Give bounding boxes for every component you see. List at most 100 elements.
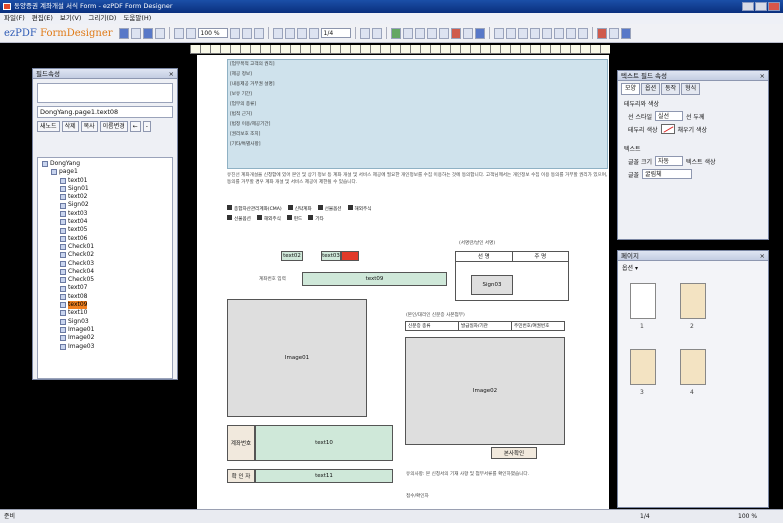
- fit-page-icon[interactable]: [241, 27, 252, 39]
- tree-item-sign02[interactable]: Sign02: [38, 201, 172, 209]
- close-button[interactable]: [768, 2, 780, 11]
- tree-item-sign03[interactable]: Sign03: [38, 318, 172, 326]
- tree-item-check02[interactable]: Check02: [38, 251, 172, 259]
- form-field-text02[interactable]: text02: [281, 251, 303, 261]
- delete-button[interactable]: 삭제: [61, 121, 79, 132]
- border-style-select[interactable]: 실선: [655, 111, 683, 121]
- align-middle-icon[interactable]: [541, 27, 552, 39]
- tab-appearance[interactable]: 모양: [621, 83, 641, 95]
- font-select[interactable]: 굴림체: [642, 169, 693, 179]
- font-size-select[interactable]: 자동: [655, 156, 683, 166]
- fit-width-icon[interactable]: [253, 27, 264, 39]
- tree-item-image02[interactable]: Image02: [38, 334, 172, 342]
- menu-edit[interactable]: 편집(E): [32, 13, 53, 24]
- tree-item-text05[interactable]: text05: [38, 226, 172, 234]
- same-width-icon[interactable]: [565, 27, 576, 39]
- form-field-image02[interactable]: Image02: [405, 337, 565, 445]
- next-page-icon[interactable]: [296, 27, 307, 39]
- checkbox-icon[interactable]: [286, 215, 292, 220]
- form-field-text10[interactable]: text10: [255, 425, 393, 461]
- page-thumbnail-3[interactable]: [630, 349, 656, 385]
- menu-help[interactable]: 도움말(H): [123, 13, 151, 24]
- rename-button[interactable]: 이름변경: [99, 121, 128, 132]
- align-center-icon[interactable]: [505, 27, 516, 39]
- same-height-icon[interactable]: [577, 27, 588, 39]
- close-icon[interactable]: ×: [169, 69, 174, 79]
- collapse-icon[interactable]: -: [142, 121, 151, 132]
- checkbox-option[interactable]: 선물옵션: [227, 215, 251, 222]
- text-field-icon[interactable]: [390, 27, 401, 39]
- zoom-dropdown-icon[interactable]: [229, 27, 240, 39]
- settings-icon[interactable]: [620, 27, 631, 39]
- menu-view[interactable]: 보기(V): [60, 13, 81, 24]
- copy-button[interactable]: 복사: [80, 121, 98, 132]
- checkbox-option[interactable]: 해외주식: [347, 205, 371, 212]
- tab-format[interactable]: 형식: [681, 83, 701, 95]
- align-bottom-icon[interactable]: [553, 27, 564, 39]
- tree-item-dongyang[interactable]: DongYang: [38, 160, 172, 168]
- tree-item-text01[interactable]: text01: [38, 177, 172, 185]
- tree-item-text03[interactable]: text03: [38, 210, 172, 218]
- first-page-icon[interactable]: [272, 27, 283, 39]
- tree-item-image01[interactable]: Image01: [38, 326, 172, 334]
- tree-item-text02[interactable]: text02: [38, 193, 172, 201]
- tree-item-check05[interactable]: Check05: [38, 276, 172, 284]
- menu-draw[interactable]: 그리기(D): [88, 13, 116, 24]
- menu-file[interactable]: 파일(F): [4, 13, 25, 24]
- cursor-icon[interactable]: [154, 27, 165, 39]
- tree-item-text08[interactable]: text08: [38, 293, 172, 301]
- signature-tool-icon[interactable]: [450, 27, 461, 39]
- checkbox-option[interactable]: 해외주식: [256, 215, 281, 222]
- field-filter-input[interactable]: [37, 83, 173, 103]
- tab-actions[interactable]: 동작: [661, 83, 681, 95]
- radio-tool-icon[interactable]: [414, 27, 425, 39]
- align-left-icon[interactable]: [493, 27, 504, 39]
- pointer-tool-icon[interactable]: [474, 27, 485, 39]
- form-field-text03[interactable]: text03: [321, 251, 341, 261]
- tree-item-text04[interactable]: text04: [38, 218, 172, 226]
- refresh-icon[interactable]: [608, 27, 619, 39]
- border-color-swatch[interactable]: [660, 124, 675, 134]
- checkbox-icon[interactable]: [308, 215, 314, 220]
- checkbox-option[interactable]: 종합자산관리계좌(CMA): [227, 205, 282, 212]
- checkbox-icon[interactable]: [317, 205, 323, 210]
- image-tool-icon[interactable]: [462, 27, 473, 39]
- tree-item-text10[interactable]: text10: [38, 309, 172, 317]
- form-field-text09[interactable]: text09: [302, 272, 447, 286]
- tree-item-text07[interactable]: text07: [38, 284, 172, 292]
- checkbox-option[interactable]: 펀드: [286, 215, 302, 222]
- record-icon[interactable]: [596, 27, 607, 39]
- checkbox-tool-icon[interactable]: [402, 27, 413, 39]
- tree-item-image03[interactable]: Image03: [38, 343, 172, 351]
- checkbox-option[interactable]: 기타: [308, 215, 324, 222]
- close-icon[interactable]: ×: [760, 71, 765, 81]
- combo-tool-icon[interactable]: [426, 27, 437, 39]
- tab-options[interactable]: 옵션: [641, 83, 661, 95]
- checkbox-icon[interactable]: [256, 215, 262, 220]
- prev-page-icon[interactable]: [284, 27, 295, 39]
- tree-item-text06[interactable]: text06: [38, 235, 172, 243]
- align-right-icon[interactable]: [517, 27, 528, 39]
- undo-icon[interactable]: [359, 27, 370, 39]
- tree-item-page1[interactable]: page1: [38, 168, 172, 176]
- tree-item-check03[interactable]: Check03: [38, 260, 172, 268]
- tree-item-text09[interactable]: text09: [38, 301, 172, 310]
- close-icon[interactable]: ×: [760, 251, 765, 261]
- zoom-out-icon[interactable]: [173, 27, 184, 39]
- pages-options-button[interactable]: 옵션 ▾: [622, 263, 764, 272]
- checkbox-icon[interactable]: [227, 205, 232, 210]
- checkbox-option[interactable]: 신탁계좌: [287, 205, 312, 212]
- redo-icon[interactable]: [371, 27, 382, 39]
- select-icon[interactable]: [142, 27, 153, 39]
- page-input[interactable]: 1/4: [320, 28, 351, 38]
- maximize-button[interactable]: [755, 2, 767, 11]
- page-thumbnail-4[interactable]: [680, 349, 706, 385]
- checkbox-icon[interactable]: [227, 215, 232, 220]
- checkbox-option[interactable]: 선물옵션: [317, 205, 342, 212]
- tree-item-check04[interactable]: Check04: [38, 268, 172, 276]
- new-node-button[interactable]: 새노드: [37, 121, 60, 132]
- page-thumbnail-1[interactable]: [630, 283, 656, 319]
- form-field-image01[interactable]: Image01: [227, 299, 367, 417]
- zoom-input[interactable]: 100 %: [197, 28, 228, 38]
- last-page-icon[interactable]: [308, 27, 319, 39]
